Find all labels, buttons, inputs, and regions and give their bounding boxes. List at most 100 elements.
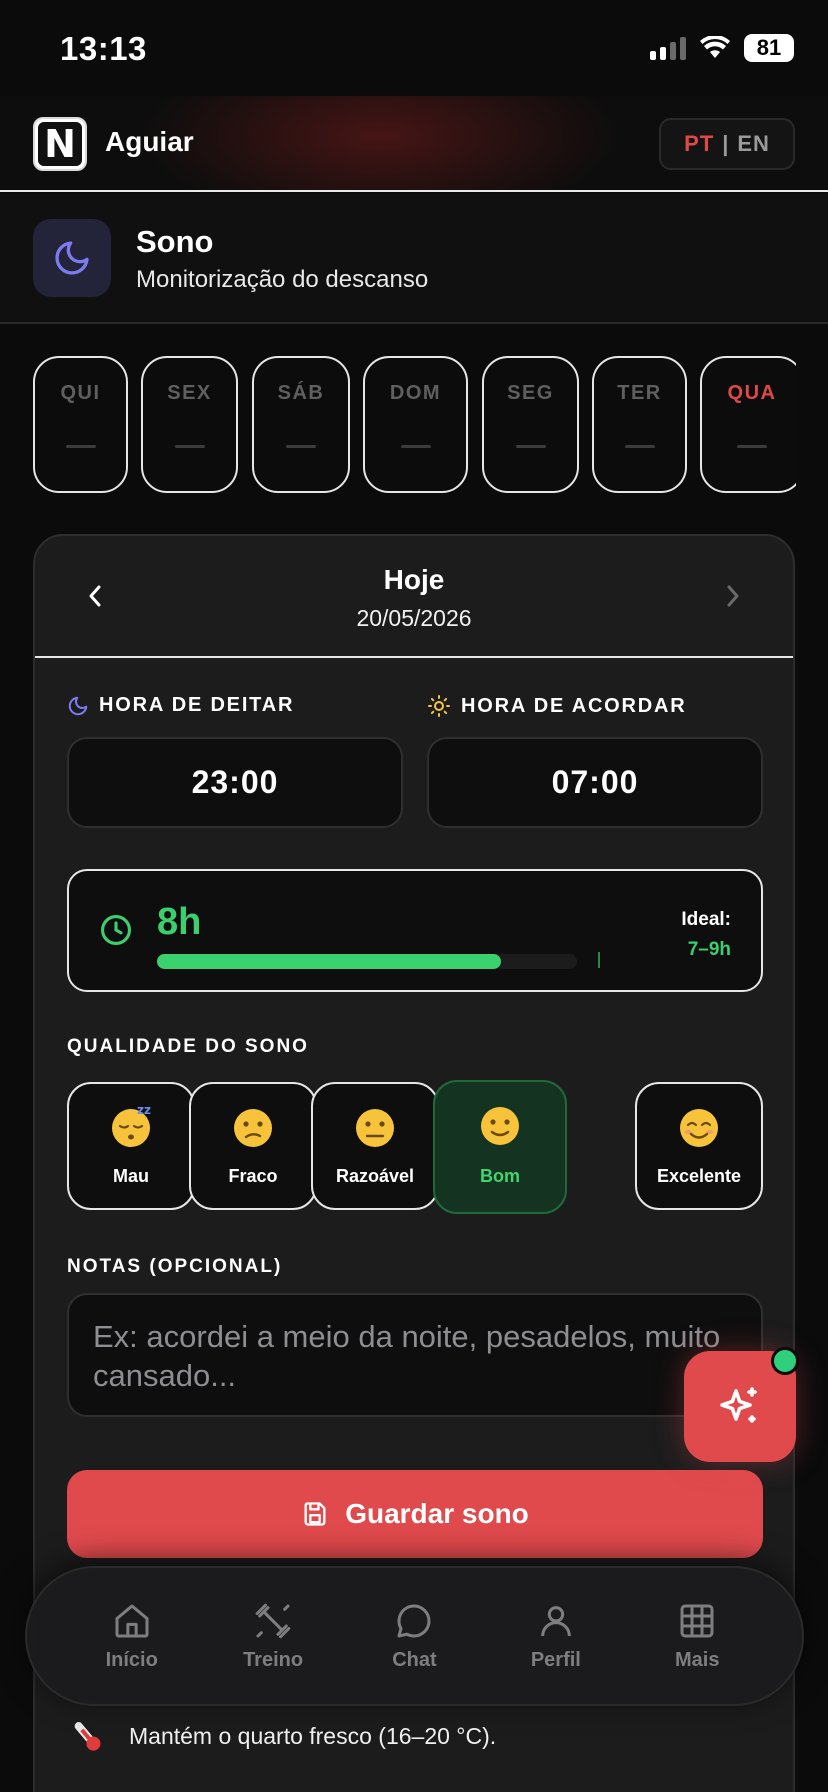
wake-time-input[interactable]: 07:00 (427, 737, 763, 828)
sleeping-face-icon: zz (69, 1102, 193, 1153)
moon-icon (68, 696, 88, 715)
cellular-signal-icon (650, 36, 686, 60)
day-pill-thu[interactable]: QUI (33, 356, 128, 493)
section-header: Sono Monitorização do descanso (0, 194, 828, 324)
app-header: N Aguiar PT | EN (0, 96, 828, 192)
home-icon (115, 1604, 149, 1637)
slightly-smiling-face-icon (435, 1100, 565, 1151)
day-value-empty (737, 445, 767, 448)
day-selector: QUI SEX SÁB DOM SEG TER QUA (0, 356, 796, 494)
tab-label: Perfil (530, 1648, 581, 1671)
day-label: QUA (727, 382, 777, 404)
save-button-label: Guardar sono (345, 1498, 529, 1529)
tab-workout[interactable]: Treino (213, 1601, 333, 1672)
online-indicator (771, 1347, 799, 1375)
user-icon (541, 1605, 571, 1636)
save-icon (304, 1502, 326, 1526)
neutral-face-icon (313, 1102, 437, 1153)
sun-icon (428, 695, 450, 717)
app-name: Aguiar (105, 126, 194, 157)
quality-option-excellent[interactable]: Excelente (635, 1082, 763, 1210)
confused-face-icon (191, 1102, 315, 1153)
bedtime-input[interactable]: 23:00 (67, 737, 403, 828)
quality-option-fair[interactable]: Razoável (311, 1082, 439, 1210)
day-pill-sat[interactable]: SÁB (252, 356, 350, 493)
wake-label: HORA DE ACORDAR (461, 694, 687, 717)
sleep-duration-panel: 8h Ideal: 7–9h (67, 869, 763, 992)
sparkles-icon (720, 1386, 757, 1423)
date-nav-date: 20/05/2026 (356, 605, 472, 631)
quality-option-label: Mau (113, 1166, 149, 1186)
tab-chat[interactable]: Chat (354, 1601, 474, 1672)
page-title: Sono (136, 224, 214, 259)
app-logo[interactable]: N (33, 117, 87, 171)
status-time: 13:13 (60, 30, 147, 67)
dumbbell-icon (255, 1603, 291, 1638)
day-pill-mon[interactable]: SEG (482, 356, 579, 493)
bedtime-label: HORA DE DEITAR (99, 694, 295, 716)
svg-text:zz: zz (137, 1103, 151, 1117)
sleep-tip: Mantém o quarto fresco (16–20 °C). (67, 1716, 496, 1756)
notes-textarea[interactable]: Ex: acordei a meio da noite, pesadelos, … (67, 1293, 763, 1417)
tab-label: Chat (392, 1648, 437, 1671)
day-label: SEX (167, 382, 212, 404)
quality-option-weak[interactable]: Fraco (189, 1082, 317, 1210)
battery-icon: 81 (684, 34, 794, 1224)
save-sleep-button[interactable]: Guardar sono (67, 1470, 763, 1558)
day-label: TER (617, 382, 662, 404)
quality-label: QUALIDADE DO SONO (67, 1036, 309, 1057)
day-value-empty (624, 445, 655, 448)
tab-more[interactable]: Mais (637, 1601, 757, 1672)
notes-label: NOTAS (OPCIONAL) (67, 1256, 283, 1277)
status-bar: 13:13 81 (0, 0, 828, 1224)
date-navigator: Hoje 20/05/2026 (35, 536, 793, 658)
lang-pt[interactable]: PT (684, 131, 714, 157)
tab-label: Treino (243, 1648, 304, 1671)
status-icons: 81 (650, 34, 794, 1224)
wake-label-row: HORA DE ACORDAR (427, 694, 687, 718)
grid-icon (680, 1604, 714, 1637)
ideal-range: Ideal: 7–9h (681, 905, 731, 965)
sleep-duration-value: 8h (157, 901, 202, 943)
quality-option-good[interactable]: Bom (433, 1080, 567, 1214)
tab-home[interactable]: Início (72, 1601, 192, 1672)
smiling-face-icon (637, 1102, 761, 1153)
clock-icon (100, 914, 132, 946)
day-pill-tue[interactable]: TER (592, 356, 687, 493)
sleep-duration-fill (157, 954, 502, 969)
chat-bubble-icon (397, 1604, 431, 1637)
quality-option-bad[interactable]: zz Mau (67, 1082, 195, 1210)
quality-option-label: Bom (480, 1166, 520, 1186)
quality-option-label: Excelente (656, 1166, 742, 1186)
ideal-label: Ideal: (681, 909, 731, 930)
lang-en[interactable]: EN (737, 131, 770, 157)
day-value-empty (174, 445, 205, 448)
lang-separator: | (722, 131, 730, 156)
day-value-empty (65, 445, 96, 448)
day-pill-fri[interactable]: SEX (141, 356, 238, 493)
sleep-duration-bar (157, 954, 577, 969)
day-pill-sun[interactable]: DOM (363, 356, 468, 493)
day-pill-wed[interactable]: QUA (700, 356, 796, 493)
tab-profile[interactable]: Perfil (496, 1601, 616, 1672)
day-value-empty (400, 445, 431, 448)
language-switch[interactable]: PT | EN (659, 118, 795, 170)
day-label: SÁB (277, 382, 325, 404)
moon-icon (33, 219, 111, 297)
ideal-range-marker (598, 952, 600, 968)
next-day-button[interactable] (711, 574, 755, 618)
sleep-tip-text: Mantém o quarto fresco (16–20 °C). (129, 1722, 497, 1749)
day-value-empty (286, 445, 316, 448)
quality-option-label: Fraco (228, 1166, 278, 1186)
ideal-value: 7–9h (687, 939, 731, 960)
wifi-icon (700, 36, 730, 58)
day-label: QUI (60, 382, 101, 404)
day-label: DOM (389, 382, 442, 404)
logo-letter: N (38, 122, 82, 166)
date-nav-title: Hoje (383, 564, 445, 595)
day-value-empty (515, 445, 546, 448)
bottom-tab-bar: Início Treino Chat Perfil Mais (25, 1566, 804, 1706)
page-subtitle: Monitorização do descanso (136, 266, 429, 293)
quality-option-label: Razoável (335, 1166, 415, 1186)
bedtime-label-row: HORA DE DEITAR (67, 694, 294, 717)
